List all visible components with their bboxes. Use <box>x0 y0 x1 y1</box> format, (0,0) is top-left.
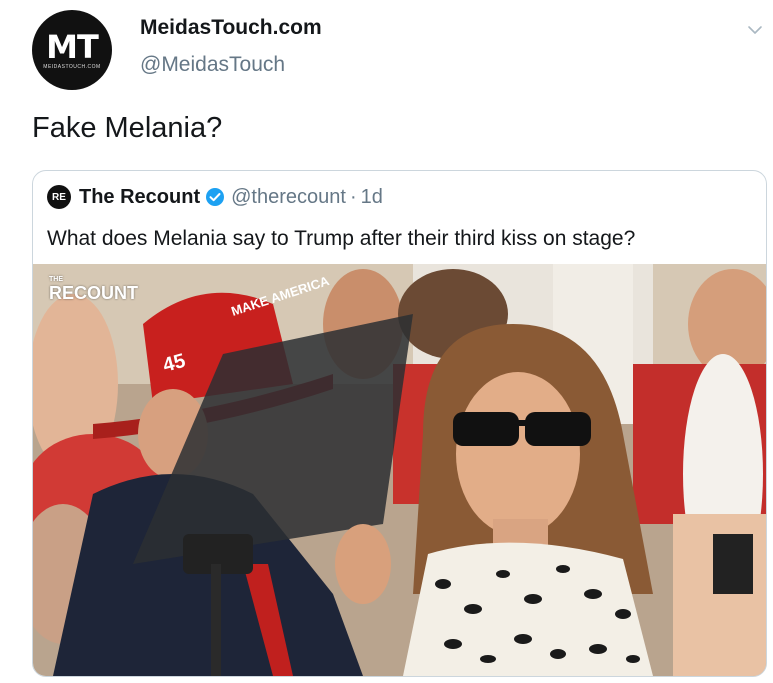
video-media[interactable]: MAKE AMERICA 45 THE RECOUNT <box>33 264 766 676</box>
header-separator: · <box>349 185 357 208</box>
avatar-subtext: MEIDASTOUCH.COM <box>43 63 101 70</box>
quoted-author-handle[interactable]: @therecount <box>231 186 346 209</box>
watermark-text: RECOUNT <box>49 283 138 303</box>
avatar[interactable]: MT MEIDASTOUCH.COM <box>32 10 112 90</box>
tweet-text: Fake Melania? <box>32 112 223 144</box>
quoted-tweet-header: RE The Recount @therecount · 1d <box>47 185 383 209</box>
video-frame: MAKE AMERICA 45 <box>33 264 766 676</box>
video-watermark: THE RECOUNT <box>49 276 138 302</box>
quoted-tweet[interactable]: RE The Recount @therecount · 1d What doe… <box>32 170 767 677</box>
quoted-timestamp[interactable]: 1d <box>361 186 383 209</box>
author-name[interactable]: MeidasTouch.com <box>140 16 322 40</box>
quoted-avatar[interactable]: RE <box>47 185 71 209</box>
quoted-author-name[interactable]: The Recount <box>79 186 200 209</box>
author-handle[interactable]: @MeidasTouch <box>140 53 285 77</box>
watermark-small: THE <box>49 276 63 283</box>
quoted-tweet-text: What does Melania say to Trump after the… <box>47 227 636 250</box>
verified-badge-icon <box>206 188 225 206</box>
avatar-initials: MT <box>46 27 99 66</box>
chevron-down-icon[interactable] <box>747 22 763 38</box>
